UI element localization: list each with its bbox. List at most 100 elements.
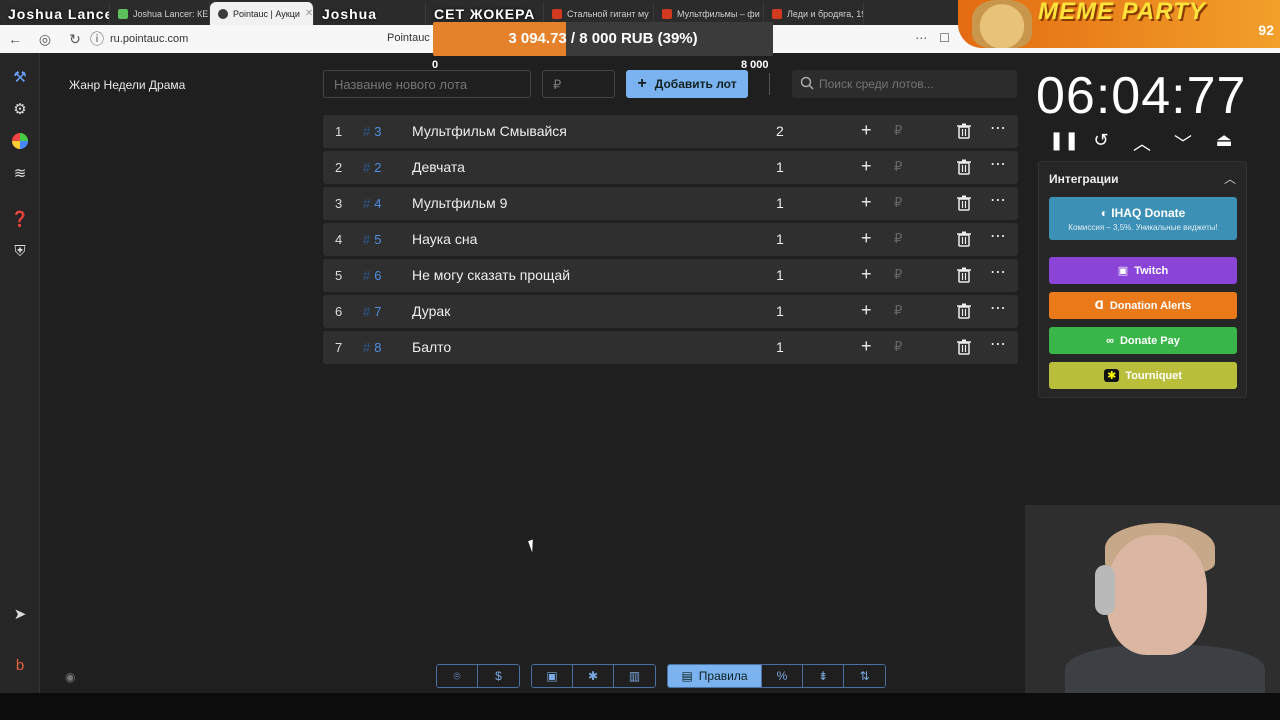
close-tab-icon[interactable]: ✕	[305, 8, 313, 19]
reset-icon[interactable]: ↺	[1090, 130, 1112, 152]
lot-name[interactable]: Дурак	[412, 303, 450, 319]
lot-name[interactable]: Девчата	[412, 159, 465, 175]
lot-row[interactable]: 1 #3 Мультфильм Смывайся 2 + ₽ ⋯	[323, 115, 1018, 148]
rules-button[interactable]: ▤ Правила	[668, 665, 762, 687]
save-icon[interactable]: ▣	[532, 665, 573, 687]
add-amount-icon[interactable]: +	[861, 336, 872, 357]
trash-icon[interactable]	[957, 267, 971, 283]
more-options-icon[interactable]: ⋯	[990, 118, 1007, 138]
lot-id[interactable]: #4	[363, 196, 381, 211]
shield-icon[interactable]: ◎	[30, 31, 60, 48]
help-icon[interactable]: ❓	[10, 209, 30, 229]
search-input[interactable]	[792, 70, 1017, 98]
trash-icon[interactable]	[957, 123, 971, 139]
add-amount-icon[interactable]: +	[861, 228, 872, 249]
trash-icon[interactable]	[957, 303, 971, 319]
chevron-up-icon[interactable]: ︿	[1224, 170, 1236, 187]
lot-row[interactable]: 7 #8 Балто 1 + ₽ ⋯	[323, 331, 1018, 364]
more-options-icon[interactable]: ⋯	[990, 262, 1007, 282]
chevron-down-icon[interactable]: ﹀	[1172, 130, 1194, 154]
sort-icon[interactable]: ⇅	[844, 665, 885, 687]
more-options-icon[interactable]: ⋯	[990, 226, 1007, 246]
percent-button[interactable]: %	[762, 665, 803, 687]
eye-icon[interactable]: ◉	[65, 670, 75, 684]
donate-pay-button[interactable]: ∞ Donate Pay	[1049, 327, 1237, 354]
add-amount-icon[interactable]: +	[861, 192, 872, 213]
wheel-icon[interactable]	[10, 131, 30, 151]
browser-tab[interactable]: Joshua Lancer • 6 EUR	[0, 2, 110, 25]
add-lot-button[interactable]: + Добавить лот	[626, 70, 748, 98]
bookmark-icon[interactable]: ☐	[939, 31, 950, 45]
lot-name[interactable]: Не могу сказать прощай	[412, 267, 570, 283]
telegram-icon[interactable]: ➤	[10, 604, 30, 624]
double-chevron-up-icon[interactable]: ⏏	[1213, 130, 1235, 152]
browser-tab[interactable]: Joshua Lancer: КЕЕ...	[110, 2, 210, 25]
lot-name[interactable]: Мультфильм Смывайся	[412, 123, 567, 139]
lot-currency[interactable]: ₽	[894, 267, 902, 283]
bug-icon[interactable]: ✱	[573, 665, 614, 687]
lot-id[interactable]: #5	[363, 232, 381, 247]
more-icon[interactable]: ⋯	[915, 31, 927, 45]
new-lot-input[interactable]	[323, 70, 531, 98]
lot-row[interactable]: 4 #5 Наука сна 1 + ₽ ⋯	[323, 223, 1018, 256]
trash-icon[interactable]	[957, 231, 971, 247]
gear-icon[interactable]: ⚙	[10, 99, 30, 119]
lot-currency[interactable]: ₽	[894, 123, 902, 139]
compress-icon[interactable]: ⇟	[803, 665, 844, 687]
lot-id[interactable]: #6	[363, 268, 381, 283]
back-icon[interactable]: ←	[0, 31, 30, 47]
more-options-icon[interactable]: ⋯	[990, 298, 1007, 318]
boosty-icon[interactable]: b	[10, 655, 30, 675]
layers-icon[interactable]: ≋	[10, 163, 30, 183]
gavel-icon[interactable]: ⚒	[10, 67, 30, 87]
clear-list-icon[interactable]: ▥	[614, 665, 655, 687]
ihaq-subtitle: Комиссия – 3,5%. Уникальные виджеты!	[1068, 222, 1218, 232]
donation-alerts-button[interactable]: ᗡ Donation Alerts	[1049, 292, 1237, 319]
browser-tab-active[interactable]: Pointauc | Аукци ✕	[210, 2, 314, 25]
lot-name[interactable]: Балто	[412, 339, 451, 355]
add-amount-icon[interactable]: +	[861, 300, 872, 321]
more-options-icon[interactable]: ⋯	[990, 154, 1007, 174]
trash-icon[interactable]	[957, 195, 971, 211]
trash-icon[interactable]	[957, 339, 971, 355]
lot-currency[interactable]: ₽	[894, 303, 902, 319]
url-field[interactable]: ru.pointauc.com	[110, 33, 188, 45]
lot-id[interactable]: #7	[363, 304, 381, 319]
lot-row[interactable]: 2 #2 Девчата 1 + ₽ ⋯	[323, 151, 1018, 184]
lot-row[interactable]: 5 #6 Не могу сказать прощай 1 + ₽ ⋯	[323, 259, 1018, 292]
more-options-icon[interactable]: ⋯	[990, 334, 1007, 354]
add-amount-icon[interactable]: +	[861, 264, 872, 285]
progress-text: 3 094.73 / 8 000 RUB (39%)	[508, 30, 698, 47]
lot-name[interactable]: Мультфильм 9	[412, 195, 507, 211]
site-info-icon[interactable]: ⓘ	[90, 29, 104, 49]
browser-tab[interactable]: Joshua	[314, 2, 426, 25]
reload-icon[interactable]: ↻	[60, 31, 90, 48]
lot-id[interactable]: #3	[363, 124, 381, 139]
chevron-up-icon[interactable]: ︿	[1131, 130, 1153, 154]
add-amount-icon[interactable]: +	[861, 156, 872, 177]
lot-currency[interactable]: ₽	[894, 195, 902, 211]
github-icon[interactable]: ⌾	[437, 665, 478, 687]
lot-name[interactable]: Наука сна	[412, 231, 477, 247]
hash-icon: #	[363, 304, 371, 319]
lot-currency[interactable]: ₽	[894, 159, 902, 175]
trash-icon[interactable]	[957, 159, 971, 175]
dollar-icon[interactable]: $	[478, 665, 519, 687]
pause-icon[interactable]: ❚❚	[1049, 130, 1079, 152]
lot-currency[interactable]: ₽	[894, 339, 902, 355]
shield-check-icon[interactable]: ⛨	[10, 241, 30, 261]
lot-id[interactable]: #2	[363, 160, 381, 175]
ihaq-donate-button[interactable]: ◐ IHAQ Donate Комиссия – 3,5%. Уникальны…	[1049, 197, 1237, 240]
ihaq-icon: ◐	[1100, 205, 1112, 220]
lot-id[interactable]: #8	[363, 340, 381, 355]
price-input[interactable]	[542, 70, 615, 98]
twitch-label: Twitch	[1134, 264, 1169, 277]
add-amount-icon[interactable]: +	[861, 120, 872, 141]
more-options-icon[interactable]: ⋯	[990, 190, 1007, 210]
tourniquet-button[interactable]: ✱ Tourniquet	[1049, 362, 1237, 389]
lot-row[interactable]: 3 #4 Мультфильм 9 1 + ₽ ⋯	[323, 187, 1018, 220]
twitch-button[interactable]: ▣ Twitch	[1049, 257, 1237, 284]
lot-currency[interactable]: ₽	[894, 231, 902, 247]
lot-row[interactable]: 6 #7 Дурак 1 + ₽ ⋯	[323, 295, 1018, 328]
browser-tab[interactable]: Леди и бродяга, 19	[764, 2, 864, 25]
